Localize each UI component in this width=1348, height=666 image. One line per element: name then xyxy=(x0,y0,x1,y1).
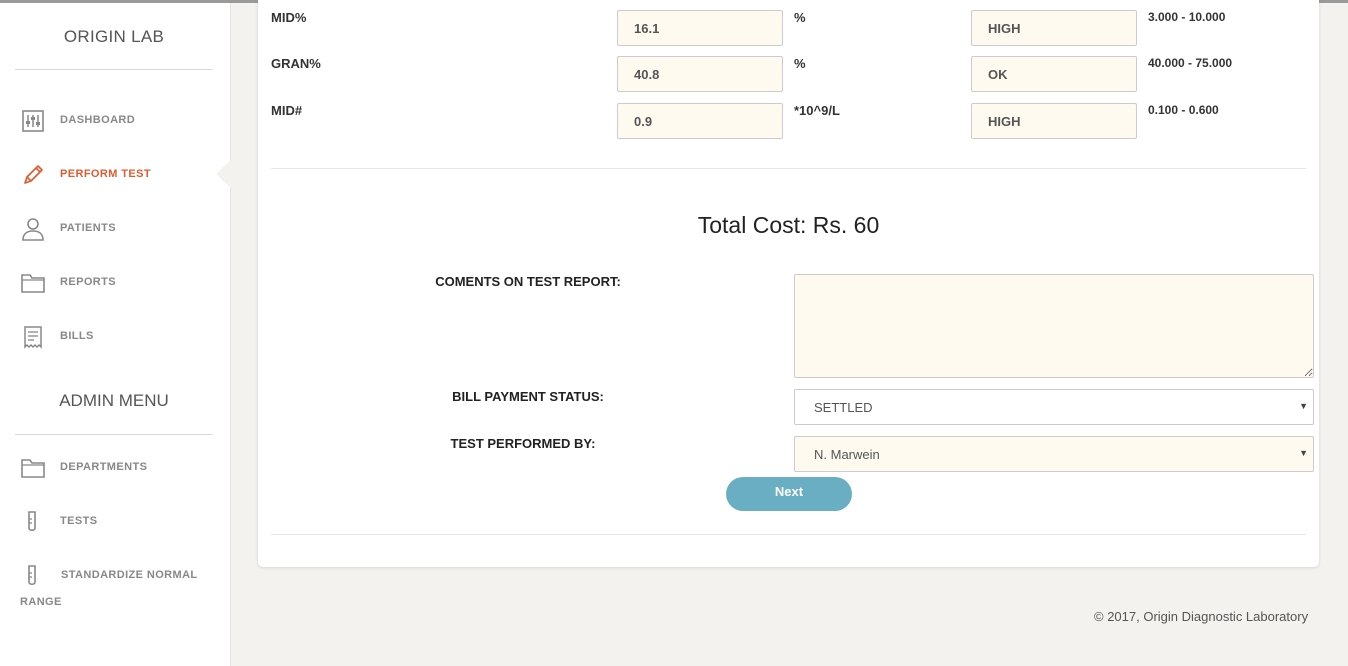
result-unit: % xyxy=(794,56,806,71)
admin-menu-title: ADMIN MENU xyxy=(59,391,169,410)
result-value-input[interactable] xyxy=(617,103,783,139)
comments-textarea[interactable] xyxy=(794,274,1314,378)
sidebar-item-reports[interactable]: REPORTS xyxy=(0,262,230,302)
payment-status-value: SETTLED xyxy=(814,400,873,415)
result-status-input[interactable] xyxy=(971,56,1137,92)
sidebar: ORIGIN LAB DASHBOARD PERFORM TEST PATIEN… xyxy=(0,3,231,666)
divider xyxy=(271,534,1306,535)
test-tube-icon xyxy=(28,565,36,586)
test-result-card: MID% % 3.000 - 10.000 GRAN% % 40.000 - 7… xyxy=(258,0,1319,567)
folder-icon xyxy=(21,459,45,478)
result-status-input[interactable] xyxy=(971,103,1137,139)
sidebar-item-label: REPORTS xyxy=(60,276,116,288)
sidebar-item-label: DASHBOARD xyxy=(60,114,136,126)
result-range: 0.100 - 0.600 xyxy=(1148,103,1219,117)
sidebar-item-label: PATIENTS xyxy=(60,222,116,234)
brand-title: ORIGIN LAB xyxy=(63,27,165,46)
sidebar-item-standardize-normal-range[interactable]: STANDARDIZE NORMAL xyxy=(0,555,230,595)
result-name: GRAN% xyxy=(271,56,321,71)
sidebar-item-departments[interactable]: DEPARTMENTS xyxy=(0,447,230,487)
chevron-down-icon: ▼ xyxy=(1299,448,1308,458)
result-range: 3.000 - 10.000 xyxy=(1148,10,1226,24)
next-button[interactable]: Next xyxy=(726,477,852,511)
sidebar-item-label: BILLS xyxy=(60,330,94,342)
footer-copyright: © 2017, Origin Diagnostic Laboratory xyxy=(1094,609,1309,624)
sidebar-item-patients[interactable]: PATIENTS xyxy=(0,208,230,248)
divider xyxy=(15,69,213,70)
divider xyxy=(15,434,213,435)
sidebar-item-dashboard[interactable]: DASHBOARD xyxy=(0,100,230,140)
sidebar-item-label: STANDARDIZE NORMAL xyxy=(61,569,198,581)
performed-by-value: N. Marwein xyxy=(814,447,880,462)
comments-label: COMENTS ON TEST REPORT: xyxy=(435,274,621,289)
result-value-input[interactable] xyxy=(617,56,783,92)
result-range: 40.000 - 75.000 xyxy=(1148,56,1233,70)
active-nav-pointer xyxy=(216,160,231,188)
payment-status-select[interactable]: SETTLED ▼ xyxy=(794,389,1314,425)
total-cost: Total Cost: Rs. 60 xyxy=(697,212,880,238)
folder-icon xyxy=(21,274,45,293)
performed-by-select[interactable]: N. Marwein ▼ xyxy=(794,436,1314,472)
pencil-icon xyxy=(24,165,43,184)
sidebar-item-tests[interactable]: TESTS xyxy=(0,501,230,541)
sliders-icon xyxy=(22,110,44,132)
result-name: MID# xyxy=(271,103,303,118)
receipt-icon xyxy=(24,326,42,349)
user-icon xyxy=(22,218,44,241)
result-name: MID% xyxy=(271,10,307,25)
sidebar-item-label: DEPARTMENTS xyxy=(60,461,148,473)
divider xyxy=(271,168,1306,169)
result-value-input[interactable] xyxy=(617,10,783,46)
chevron-down-icon: ▼ xyxy=(1299,401,1308,411)
test-tube-icon xyxy=(28,511,36,532)
sidebar-item-label: PERFORM TEST xyxy=(60,168,151,180)
result-unit: % xyxy=(794,10,806,25)
result-status-input[interactable] xyxy=(971,10,1137,46)
sidebar-item-label: TESTS xyxy=(60,515,98,527)
payment-status-label: BILL PAYMENT STATUS: xyxy=(452,389,604,404)
sidebar-item-bills[interactable]: BILLS xyxy=(0,316,230,356)
performed-by-label: TEST PERFORMED BY: xyxy=(450,436,596,451)
result-unit: *10^9/L xyxy=(794,103,840,118)
sidebar-item-perform-test[interactable]: PERFORM TEST xyxy=(0,154,230,194)
sidebar-item-label-wrap: RANGE xyxy=(20,596,62,608)
